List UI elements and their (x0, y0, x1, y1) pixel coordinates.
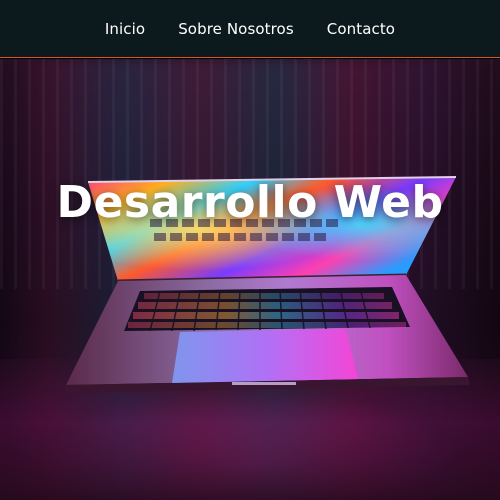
nav-link-sobre-nosotros[interactable]: Sobre Nosotros (178, 20, 294, 38)
laptop-image (64, 176, 470, 393)
laptop-trackpad (172, 329, 358, 383)
nav-link-inicio[interactable]: Inicio (105, 20, 145, 38)
hero-title: Desarrollo Web (56, 177, 444, 228)
hero-section: Desarrollo Web (0, 59, 500, 500)
nav-item-inicio: Inicio (105, 19, 145, 38)
nav-menu: Inicio Sobre Nosotros Contacto (105, 19, 395, 38)
nav-item-sobre-nosotros: Sobre Nosotros (178, 19, 294, 38)
top-navbar: Inicio Sobre Nosotros Contacto (0, 0, 500, 58)
nav-item-contacto: Contacto (327, 19, 395, 38)
nav-link-contacto[interactable]: Contacto (327, 20, 395, 38)
